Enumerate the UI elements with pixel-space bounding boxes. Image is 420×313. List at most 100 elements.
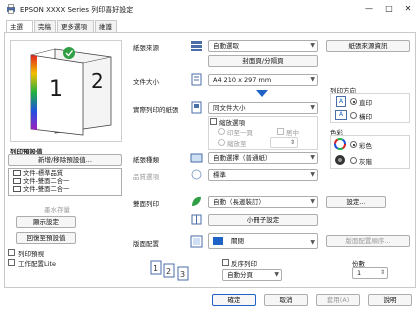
presets-list[interactable]: 文件-標準品質 文件-雙面二合一 文件-雙面二合一 <box>8 168 122 196</box>
back-page-number: 2 <box>91 69 104 93</box>
svg-text:2: 2 <box>166 267 171 276</box>
job-arranger-checkbox[interactable] <box>8 259 15 266</box>
reduce-enlarge-label: 縮放選項 <box>219 119 245 127</box>
chevron-down-icon: ▼ <box>310 171 315 178</box>
paper-source-label: 紙張來源 <box>133 44 159 52</box>
zoom-percent-field[interactable]: ⇕ <box>270 137 298 148</box>
chevron-down-icon: ▼ <box>310 198 315 205</box>
document-size-select[interactable]: A4 210 x 297 mm ▼ <box>208 74 318 86</box>
print-preview-label: 列印預視 <box>18 250 44 258</box>
document-icon <box>13 178 21 184</box>
paper-type-label: 紙張種類 <box>133 156 159 164</box>
duplex-label: 雙面列印 <box>133 200 159 208</box>
print-preview-checkbox[interactable] <box>8 249 15 256</box>
landscape-radio[interactable] <box>350 112 357 119</box>
fit-to-page-radio[interactable] <box>218 128 225 135</box>
list-item[interactable]: 文件-雙面二合一 <box>13 178 69 186</box>
paper-source-info-button[interactable]: 紙張來源資訊 <box>326 40 410 52</box>
tab-more-options[interactable]: 更多選項 <box>57 20 94 32</box>
show-settings-button[interactable]: 顯示設定 <box>16 216 76 228</box>
grayscale-radio[interactable] <box>350 157 357 164</box>
duplex-settings-button[interactable]: 設定... <box>326 196 386 208</box>
portrait-label: 直印 <box>359 99 372 107</box>
portrait-radio[interactable] <box>350 98 357 105</box>
zoom-to-radio[interactable] <box>218 139 225 146</box>
portrait-icon: A <box>336 96 346 107</box>
landscape-label: 橫印 <box>359 113 372 121</box>
maximize-button[interactable]: □ <box>382 3 396 15</box>
chevron-down-icon: ▼ <box>274 271 279 278</box>
svg-text:1: 1 <box>153 264 158 273</box>
center-checkbox[interactable] <box>277 128 284 135</box>
booklet-icon <box>191 214 202 225</box>
cover-separator-button[interactable]: 封面頁/分隔頁 <box>208 55 318 67</box>
page-order-icon: 1 2 3 <box>150 260 189 281</box>
add-remove-preset-button[interactable]: 新增/移除預設值... <box>8 154 122 166</box>
collate-select[interactable]: 自動分頁 ▼ <box>222 269 282 281</box>
chevron-down-icon: ▼ <box>310 154 315 161</box>
arrow-down-icon <box>256 90 268 97</box>
fit-to-page-label: 印至一頁 <box>227 129 253 137</box>
color-wheel-icon <box>334 138 346 150</box>
reduce-enlarge-checkbox[interactable] <box>210 118 217 125</box>
spinner-icon: ⇕ <box>379 269 385 276</box>
layout-order-button[interactable]: 版面配置順序... <box>326 235 410 247</box>
tab-finishing[interactable]: 完稿 <box>34 20 56 32</box>
window-title: EPSON XXXX Series 列印喜好設定 <box>20 6 134 14</box>
chevron-down-icon: ▼ <box>310 239 315 246</box>
zoom-to-label: 縮放至 <box>227 140 247 148</box>
duplex-leaf-icon <box>192 196 201 206</box>
grayscale-label: 灰階 <box>359 158 372 166</box>
quality-icon <box>191 169 202 180</box>
svg-text:3: 3 <box>180 270 185 279</box>
list-item[interactable]: 文件-標準品質 <box>13 170 63 178</box>
chevron-down-icon: ▼ <box>310 42 315 49</box>
cancel-button[interactable]: 取消 <box>264 294 308 306</box>
front-page-number: 1 <box>49 77 63 102</box>
document-icon <box>13 186 21 192</box>
color-radio[interactable] <box>350 141 357 148</box>
paper-type-select[interactable]: 自動選擇（普通紙） ▼ <box>208 152 318 164</box>
chevron-down-icon: ▼ <box>310 76 315 83</box>
quality-label: 品質選項 <box>133 173 159 181</box>
paper-tray-icon <box>191 41 202 51</box>
document-size-icon <box>191 73 202 86</box>
output-paper-icon <box>191 101 202 114</box>
apply-button[interactable]: 套用(A) <box>316 294 360 306</box>
copies-field[interactable]: 1 ⇕ <box>352 267 388 279</box>
duplex-select[interactable]: 自動（長邊裝訂） ▼ <box>208 196 318 208</box>
paper-source-select[interactable]: 自動選取 ▼ <box>208 40 318 52</box>
job-arranger-label: 工作配置Lite <box>18 260 56 268</box>
grayscale-icon <box>335 155 345 165</box>
title-bar: EPSON XXXX Series 列印喜好設定 — □ ✕ <box>0 0 420 18</box>
layout-icon <box>190 235 203 248</box>
minimize-button[interactable]: — <box>362 3 376 15</box>
restore-defaults-button[interactable]: 回復至預設值 <box>16 232 76 244</box>
layout-select[interactable]: 關閉 ▼ <box>208 233 318 249</box>
layout-label: 版面配置 <box>133 240 159 248</box>
layout-preview-icon <box>213 237 223 245</box>
printer-icon <box>7 4 15 14</box>
center-label: 居中 <box>286 129 299 137</box>
landscape-icon: A <box>335 110 347 120</box>
help-button[interactable]: 說明 <box>368 294 412 306</box>
reverse-order-checkbox[interactable] <box>222 259 229 266</box>
ok-button[interactable]: 確定 <box>212 294 256 306</box>
ink-levels-label: 墨水存量 <box>44 206 70 214</box>
duplex-preview-image <box>30 47 112 136</box>
close-button[interactable]: ✕ <box>401 3 415 15</box>
reverse-order-label: 反序列印 <box>231 260 257 268</box>
chevron-down-icon: ▼ <box>310 104 315 111</box>
list-item[interactable]: 文件-雙面二合一 <box>13 186 69 194</box>
document-icon <box>13 170 21 176</box>
document-size-label: 文件大小 <box>133 78 159 86</box>
print-preview-area: 1 2 <box>10 40 122 142</box>
quality-select[interactable]: 標準 ▼ <box>208 169 318 181</box>
output-paper-select[interactable]: 同文件大小 ▼ <box>208 102 318 114</box>
booklet-settings-button[interactable]: 小冊子設定 <box>208 214 318 226</box>
output-paper-label: 實際列印的紙張 <box>133 106 179 114</box>
tab-maintenance[interactable]: 維護 <box>95 20 117 32</box>
color-option-label: 彩色 <box>359 142 372 150</box>
spinner-icon: ⇕ <box>289 139 295 146</box>
paper-type-icon <box>190 153 203 163</box>
